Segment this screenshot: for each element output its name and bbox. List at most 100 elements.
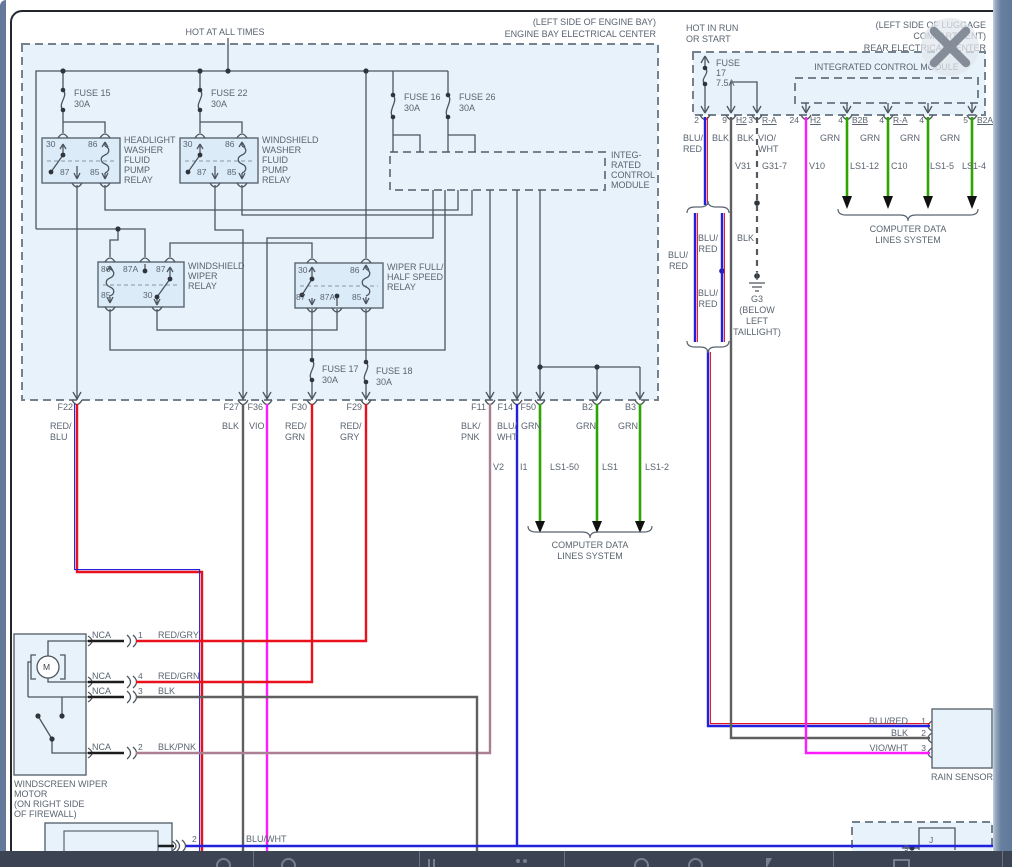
wire-color-label: BLK [712,133,729,143]
connector-label: NCA [92,630,111,640]
fuse-16-rating: 30A [404,103,420,113]
toolbar-icon[interactable] [634,858,649,867]
wiper-motor-box [14,634,86,775]
bottom-toolbar [0,851,1012,867]
wire-color-label: GRN [860,133,880,143]
icm-label-line: MODULE [611,180,650,190]
wire-color-label: BLK [737,233,754,243]
terminal-label: 87A [320,292,335,302]
toolbar-divider [564,851,565,867]
toolbar-icon[interactable] [516,859,520,863]
wire-color-label: BLK [848,728,908,738]
wire-color-label: RED/ [340,421,362,431]
connector-label: B2A [977,115,993,125]
circuit-label: I1 [520,462,528,472]
wire-color-label: BLU [50,432,68,442]
hot-at-all-times-label: HOT AT ALL TIMES [157,27,293,37]
wire-color-label: RED/ [285,421,307,431]
engine-bay-location: (LEFT SIDE OF ENGINE BAY) [400,17,656,27]
toolbar-divider [1002,851,1003,867]
module-label: J [929,835,933,845]
wire-color-label: GRN [900,133,920,143]
toolbar-icon[interactable] [893,859,910,867]
toolbar-icon[interactable] [766,858,772,867]
wire-color-label: RED [650,261,688,271]
pin-label: F11 [456,402,486,412]
relay-name: WINDSHIELD [262,135,319,145]
relay-name: FLUID [262,155,288,165]
wire-color-label: GRN [576,421,596,431]
motor-caption: (ON RIGHT SIDE [14,799,84,809]
terminal-label: 87 [296,292,305,302]
toolbar-divider [253,851,254,867]
relay-name: WASHER [262,145,301,155]
pin-number: 3 [743,115,753,125]
wire-color-label: BLU/RED [848,716,908,726]
connector-label: R-A [893,115,908,125]
fuse-17-rating: 30A [322,375,338,385]
wire-color-label: GRN [285,432,305,442]
computer-data-lines-label: COMPUTER DATA [508,540,672,550]
fuse-16-label: FUSE 16 [404,92,441,102]
wire-color-label: GRN [940,133,960,143]
toolbar-icon[interactable] [281,858,296,867]
window-right-edge [993,0,1012,851]
rear-fuse-label: FUSE [716,58,740,68]
motor-caption: OF FIREWALL) [14,809,77,819]
pin-number: 4 [914,115,924,125]
close-icon[interactable] [915,12,985,82]
toolbar-icon[interactable] [523,859,527,863]
fuse-17-label: FUSE 17 [322,364,359,374]
wire-color-label: WHT [497,432,518,442]
window-left-edge [0,0,6,851]
terminal-label: 86 [101,264,110,274]
ground-symbol [749,272,765,291]
pin-number: 24 [787,115,799,125]
toolbar-icon[interactable] [428,859,430,867]
terminal-label: 30 [46,139,55,149]
rain-sensor-caption: RAIN SENSOR [931,772,993,782]
fuse-15-label: FUSE 15 [74,88,111,98]
pin-number: 4 [138,671,143,681]
relay-name: RELAY [124,175,153,185]
ground-label: TAILLIGHT) [717,327,797,337]
toolbar-icon[interactable] [688,858,703,867]
terminal-label: 85 [352,292,361,302]
computer-data-lines-label: LINES SYSTEM [508,551,672,561]
computer-data-lines-label: LINES SYSTEM [826,235,990,245]
wire-color-label: RED/GRN [158,671,200,681]
terminal-label: 86 [350,265,359,275]
relay-name: RELAY [387,282,416,292]
fuse-26-rating: 30A [459,103,475,113]
terminal-label: 85 [227,167,236,177]
wire-color-label: VIO/ [758,133,776,143]
pin-number: 4 [874,115,884,125]
terminal-label: 85 [101,290,110,300]
fuse-18-label: FUSE 18 [376,366,413,376]
toolbar-icon[interactable] [433,859,435,867]
circuit-label: G31-7 [762,161,787,171]
wire-color-label: RED [690,244,726,254]
circuit-label: LS1-50 [550,462,579,472]
ground-label: (BELOW [717,305,797,315]
toolbar-icon[interactable] [216,858,231,867]
pin-number: 1 [138,630,143,640]
wire-color-label: RED/ [50,421,72,431]
pin-label: F30 [277,402,307,412]
motor-caption: MOTOR [14,789,47,799]
wire-color-label: VIO/WHT [848,743,908,753]
wire-color-label: VIO [249,421,265,431]
terminal-label: 30 [183,139,192,149]
engine-bay-box [22,44,658,400]
rear-fuse-rating: 7.5A [716,78,735,88]
pin-number: 3 [914,743,926,753]
fuse-18-rating: 30A [376,377,392,387]
wire-color-label: BLU/ [690,233,726,243]
wire-color-label: GRN [618,421,638,431]
terminal-label: 30 [298,265,307,275]
terminal-label: 87A [123,264,138,274]
connector-label: H2 [810,115,821,125]
fuse-26-label: FUSE 26 [459,92,496,102]
wire-color-label: WHT [758,144,779,154]
circuit-label: LS1-2 [645,462,669,472]
